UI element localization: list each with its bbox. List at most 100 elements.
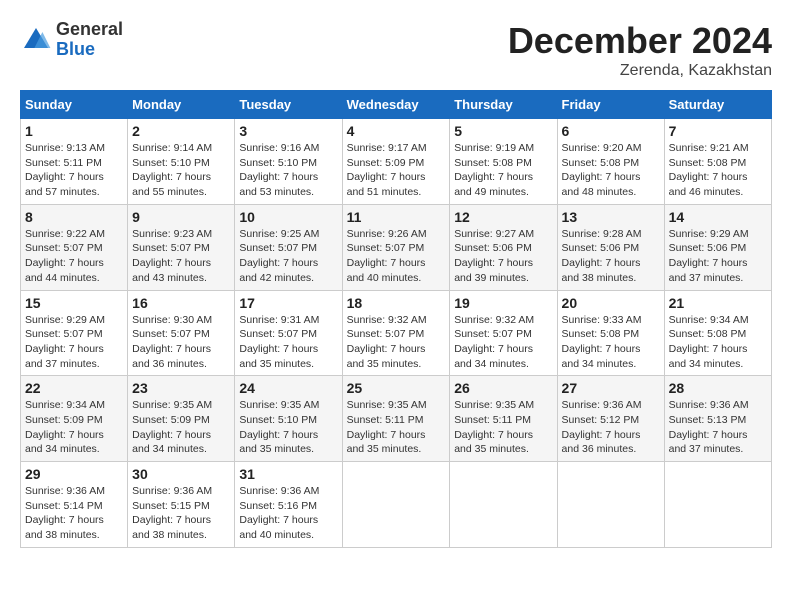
day-detail: Sunrise: 9:13 AM Sunset: 5:11 PM Dayligh… bbox=[25, 141, 123, 200]
day-detail: Sunrise: 9:23 AM Sunset: 5:07 PM Dayligh… bbox=[132, 227, 230, 286]
day-detail: Sunrise: 9:31 AM Sunset: 5:07 PM Dayligh… bbox=[239, 313, 337, 372]
calendar-cell: 21 Sunrise: 9:34 AM Sunset: 5:08 PM Dayl… bbox=[664, 290, 771, 376]
logo-icon bbox=[20, 24, 52, 56]
day-number: 4 bbox=[347, 123, 446, 139]
day-number: 12 bbox=[454, 209, 552, 225]
day-detail: Sunrise: 9:35 AM Sunset: 5:11 PM Dayligh… bbox=[347, 398, 446, 457]
week-row-3: 15 Sunrise: 9:29 AM Sunset: 5:07 PM Dayl… bbox=[21, 290, 772, 376]
day-detail: Sunrise: 9:29 AM Sunset: 5:07 PM Dayligh… bbox=[25, 313, 123, 372]
day-detail: Sunrise: 9:34 AM Sunset: 5:09 PM Dayligh… bbox=[25, 398, 123, 457]
weekday-header-monday: Monday bbox=[128, 91, 235, 119]
day-number: 19 bbox=[454, 295, 552, 311]
day-detail: Sunrise: 9:36 AM Sunset: 5:13 PM Dayligh… bbox=[669, 398, 767, 457]
calendar-cell: 28 Sunrise: 9:36 AM Sunset: 5:13 PM Dayl… bbox=[664, 376, 771, 462]
day-detail: Sunrise: 9:27 AM Sunset: 5:06 PM Dayligh… bbox=[454, 227, 552, 286]
day-number: 17 bbox=[239, 295, 337, 311]
day-detail: Sunrise: 9:16 AM Sunset: 5:10 PM Dayligh… bbox=[239, 141, 337, 200]
page-header: General Blue December 2024 Zerenda, Kaza… bbox=[20, 20, 772, 80]
calendar-cell: 11 Sunrise: 9:26 AM Sunset: 5:07 PM Dayl… bbox=[342, 204, 450, 290]
logo-line2: Blue bbox=[56, 40, 123, 60]
day-number: 26 bbox=[454, 380, 552, 396]
day-number: 23 bbox=[132, 380, 230, 396]
day-number: 16 bbox=[132, 295, 230, 311]
calendar-cell: 15 Sunrise: 9:29 AM Sunset: 5:07 PM Dayl… bbox=[21, 290, 128, 376]
calendar-cell: 16 Sunrise: 9:30 AM Sunset: 5:07 PM Dayl… bbox=[128, 290, 235, 376]
day-number: 28 bbox=[669, 380, 767, 396]
day-number: 5 bbox=[454, 123, 552, 139]
day-detail: Sunrise: 9:22 AM Sunset: 5:07 PM Dayligh… bbox=[25, 227, 123, 286]
calendar-cell: 12 Sunrise: 9:27 AM Sunset: 5:06 PM Dayl… bbox=[450, 204, 557, 290]
day-number: 2 bbox=[132, 123, 230, 139]
month-title: December 2024 bbox=[508, 20, 772, 62]
day-detail: Sunrise: 9:28 AM Sunset: 5:06 PM Dayligh… bbox=[562, 227, 660, 286]
day-number: 21 bbox=[669, 295, 767, 311]
calendar-cell: 3 Sunrise: 9:16 AM Sunset: 5:10 PM Dayli… bbox=[235, 119, 342, 205]
day-number: 3 bbox=[239, 123, 337, 139]
calendar-cell: 4 Sunrise: 9:17 AM Sunset: 5:09 PM Dayli… bbox=[342, 119, 450, 205]
day-number: 10 bbox=[239, 209, 337, 225]
calendar-cell: 23 Sunrise: 9:35 AM Sunset: 5:09 PM Dayl… bbox=[128, 376, 235, 462]
logo-line1: General bbox=[56, 20, 123, 40]
logo-text: General Blue bbox=[56, 20, 123, 60]
calendar-cell bbox=[450, 462, 557, 548]
day-number: 11 bbox=[347, 209, 446, 225]
calendar-cell: 20 Sunrise: 9:33 AM Sunset: 5:08 PM Dayl… bbox=[557, 290, 664, 376]
day-number: 13 bbox=[562, 209, 660, 225]
day-number: 27 bbox=[562, 380, 660, 396]
calendar-cell bbox=[342, 462, 450, 548]
calendar-cell: 9 Sunrise: 9:23 AM Sunset: 5:07 PM Dayli… bbox=[128, 204, 235, 290]
day-detail: Sunrise: 9:36 AM Sunset: 5:15 PM Dayligh… bbox=[132, 484, 230, 543]
day-number: 18 bbox=[347, 295, 446, 311]
day-number: 1 bbox=[25, 123, 123, 139]
calendar-cell: 2 Sunrise: 9:14 AM Sunset: 5:10 PM Dayli… bbox=[128, 119, 235, 205]
weekday-header-sunday: Sunday bbox=[21, 91, 128, 119]
calendar-cell: 30 Sunrise: 9:36 AM Sunset: 5:15 PM Dayl… bbox=[128, 462, 235, 548]
day-detail: Sunrise: 9:33 AM Sunset: 5:08 PM Dayligh… bbox=[562, 313, 660, 372]
day-detail: Sunrise: 9:29 AM Sunset: 5:06 PM Dayligh… bbox=[669, 227, 767, 286]
week-row-1: 1 Sunrise: 9:13 AM Sunset: 5:11 PM Dayli… bbox=[21, 119, 772, 205]
day-detail: Sunrise: 9:17 AM Sunset: 5:09 PM Dayligh… bbox=[347, 141, 446, 200]
calendar-cell bbox=[557, 462, 664, 548]
day-detail: Sunrise: 9:32 AM Sunset: 5:07 PM Dayligh… bbox=[347, 313, 446, 372]
calendar-table: SundayMondayTuesdayWednesdayThursdayFrid… bbox=[20, 90, 772, 548]
day-number: 31 bbox=[239, 466, 337, 482]
day-number: 20 bbox=[562, 295, 660, 311]
calendar-cell: 13 Sunrise: 9:28 AM Sunset: 5:06 PM Dayl… bbox=[557, 204, 664, 290]
day-detail: Sunrise: 9:14 AM Sunset: 5:10 PM Dayligh… bbox=[132, 141, 230, 200]
calendar-cell: 27 Sunrise: 9:36 AM Sunset: 5:12 PM Dayl… bbox=[557, 376, 664, 462]
week-row-4: 22 Sunrise: 9:34 AM Sunset: 5:09 PM Dayl… bbox=[21, 376, 772, 462]
day-number: 15 bbox=[25, 295, 123, 311]
day-number: 29 bbox=[25, 466, 123, 482]
calendar-cell: 29 Sunrise: 9:36 AM Sunset: 5:14 PM Dayl… bbox=[21, 462, 128, 548]
day-detail: Sunrise: 9:36 AM Sunset: 5:16 PM Dayligh… bbox=[239, 484, 337, 543]
calendar-cell: 8 Sunrise: 9:22 AM Sunset: 5:07 PM Dayli… bbox=[21, 204, 128, 290]
day-detail: Sunrise: 9:35 AM Sunset: 5:10 PM Dayligh… bbox=[239, 398, 337, 457]
location: Zerenda, Kazakhstan bbox=[508, 62, 772, 80]
calendar-cell: 22 Sunrise: 9:34 AM Sunset: 5:09 PM Dayl… bbox=[21, 376, 128, 462]
day-detail: Sunrise: 9:36 AM Sunset: 5:12 PM Dayligh… bbox=[562, 398, 660, 457]
day-number: 24 bbox=[239, 380, 337, 396]
day-detail: Sunrise: 9:19 AM Sunset: 5:08 PM Dayligh… bbox=[454, 141, 552, 200]
calendar-cell: 5 Sunrise: 9:19 AM Sunset: 5:08 PM Dayli… bbox=[450, 119, 557, 205]
day-number: 8 bbox=[25, 209, 123, 225]
day-number: 9 bbox=[132, 209, 230, 225]
calendar-cell bbox=[664, 462, 771, 548]
calendar-cell: 26 Sunrise: 9:35 AM Sunset: 5:11 PM Dayl… bbox=[450, 376, 557, 462]
calendar-cell: 17 Sunrise: 9:31 AM Sunset: 5:07 PM Dayl… bbox=[235, 290, 342, 376]
day-number: 25 bbox=[347, 380, 446, 396]
title-block: December 2024 Zerenda, Kazakhstan bbox=[508, 20, 772, 80]
week-row-5: 29 Sunrise: 9:36 AM Sunset: 5:14 PM Dayl… bbox=[21, 462, 772, 548]
day-number: 22 bbox=[25, 380, 123, 396]
calendar-cell: 6 Sunrise: 9:20 AM Sunset: 5:08 PM Dayli… bbox=[557, 119, 664, 205]
calendar-cell: 31 Sunrise: 9:36 AM Sunset: 5:16 PM Dayl… bbox=[235, 462, 342, 548]
day-detail: Sunrise: 9:21 AM Sunset: 5:08 PM Dayligh… bbox=[669, 141, 767, 200]
day-detail: Sunrise: 9:32 AM Sunset: 5:07 PM Dayligh… bbox=[454, 313, 552, 372]
day-detail: Sunrise: 9:20 AM Sunset: 5:08 PM Dayligh… bbox=[562, 141, 660, 200]
weekday-header-thursday: Thursday bbox=[450, 91, 557, 119]
day-detail: Sunrise: 9:25 AM Sunset: 5:07 PM Dayligh… bbox=[239, 227, 337, 286]
weekday-header-friday: Friday bbox=[557, 91, 664, 119]
day-detail: Sunrise: 9:35 AM Sunset: 5:09 PM Dayligh… bbox=[132, 398, 230, 457]
weekday-header-saturday: Saturday bbox=[664, 91, 771, 119]
calendar-cell: 24 Sunrise: 9:35 AM Sunset: 5:10 PM Dayl… bbox=[235, 376, 342, 462]
day-number: 30 bbox=[132, 466, 230, 482]
